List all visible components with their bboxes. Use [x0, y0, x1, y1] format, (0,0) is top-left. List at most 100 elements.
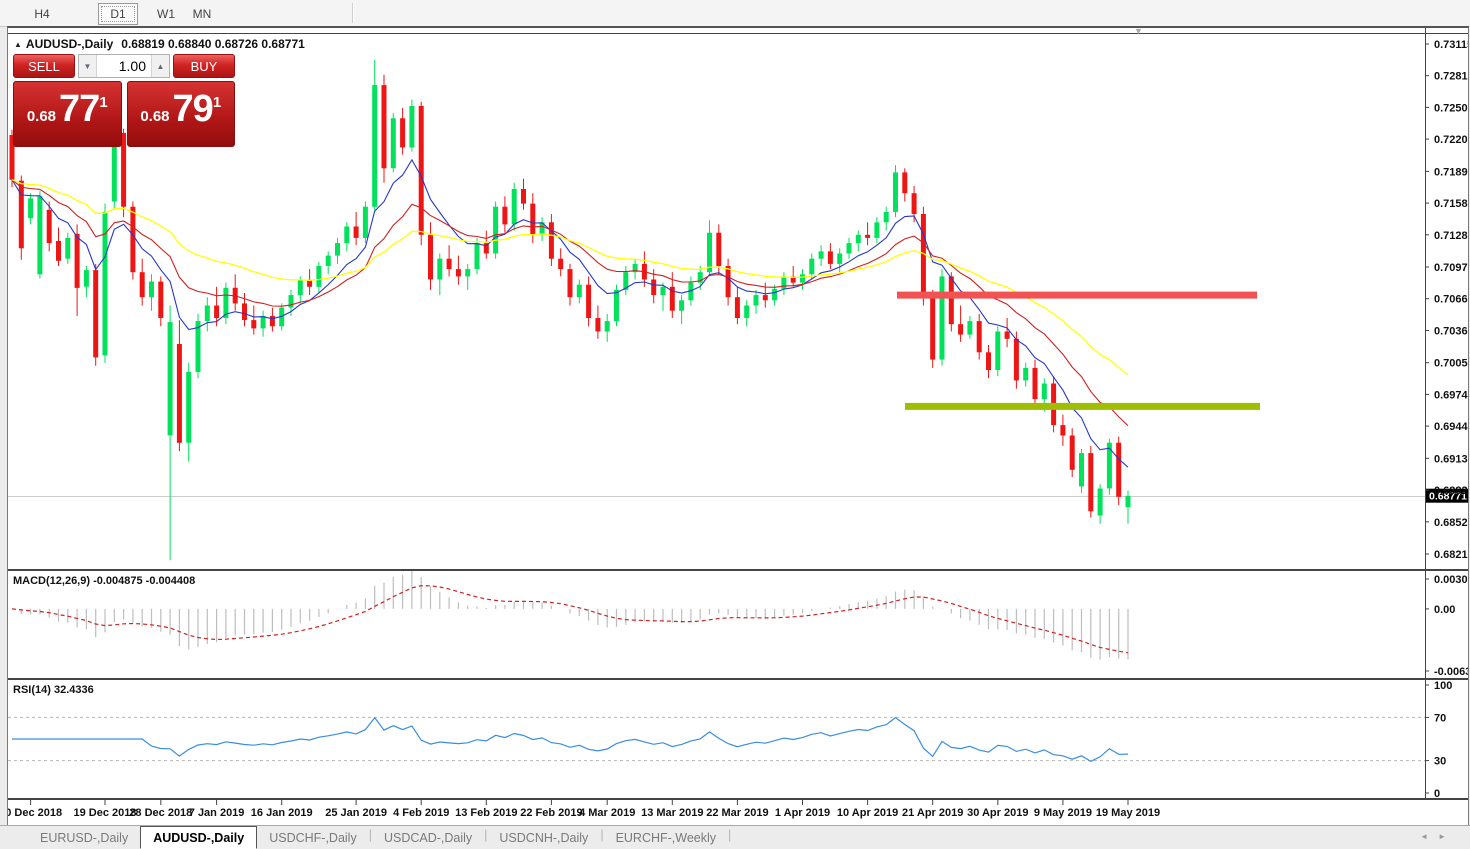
timeframe-h4-button[interactable]: H4 [24, 3, 60, 25]
price-axis-label: 0.72810 [1434, 71, 1468, 83]
date-axis-label: 7 Jan 2019 [189, 807, 245, 819]
candle-body [809, 259, 814, 275]
candle-body [47, 210, 52, 243]
sell-button[interactable]: SELL [13, 54, 75, 78]
candle-body [949, 276, 954, 324]
candle-body [65, 238, 70, 259]
price-axis-label: 0.70665 [1434, 294, 1468, 306]
candle-body [772, 289, 777, 300]
candle-body [270, 316, 275, 326]
price-axis-label: 0.69745 [1434, 389, 1468, 401]
macd-axis-label: 0.00 [1434, 604, 1455, 616]
price-axis-label: 0.70970 [1434, 262, 1468, 274]
price-axis-label: 0.68210 [1434, 549, 1468, 561]
candle-body [800, 274, 805, 282]
candle-body [242, 303, 247, 320]
tab-eurchf-weekly[interactable]: EURCHF-,Weekly [604, 826, 728, 848]
buy-button[interactable]: BUY [173, 54, 235, 78]
candle-body [130, 207, 135, 273]
candle-body [1116, 443, 1121, 497]
tab-scroll-right-icon: ► [1438, 832, 1456, 841]
price-chart-canvas[interactable]: 0.687710.731150.728100.725050.722000.718… [8, 28, 1468, 822]
macd-panel-splitter[interactable] [8, 569, 1468, 571]
lot-size-value[interactable]: 1.00 [97, 55, 151, 77]
candle-body [521, 189, 526, 204]
candle-body [1005, 332, 1010, 339]
date-axis-label: 30 Apr 2019 [967, 807, 1028, 819]
candle-body [707, 233, 712, 273]
resistance-level-line[interactable] [897, 292, 1257, 299]
candle-body [549, 222, 554, 258]
timeframe-mn-button[interactable]: MN [184, 3, 220, 25]
collapse-arrow-icon[interactable]: ▲ [14, 40, 22, 49]
candle-body [186, 372, 191, 443]
candle-body [168, 322, 173, 435]
candle-body [1088, 453, 1093, 511]
macd-axis-label: -0.006311 [1434, 666, 1468, 678]
candle-body [354, 227, 359, 238]
candle-body [958, 324, 963, 334]
tab-scroll-arrows[interactable]: ◄► [1420, 832, 1456, 841]
candle-body [856, 235, 861, 243]
candle-body [614, 290, 619, 321]
price-axis-label: 0.71585 [1434, 198, 1468, 210]
chart-shift-marker-icon[interactable]: ▼ [1134, 26, 1143, 36]
candle-body [326, 256, 331, 266]
candle-body [912, 193, 917, 214]
tab-audusd-daily[interactable]: AUDUSD-,Daily [140, 826, 257, 849]
candle-body [865, 235, 870, 238]
rsi-panel-splitter[interactable] [8, 678, 1468, 680]
rsi-line [12, 718, 1128, 762]
lot-increase-button[interactable]: ▲ [151, 55, 169, 77]
candle-body [1014, 339, 1019, 381]
tab-usdchf-daily[interactable]: USDCHF-,Daily [257, 826, 369, 848]
price-axis-border[interactable] [1425, 28, 1426, 800]
support-level-line[interactable] [905, 403, 1260, 410]
candle-body [837, 254, 842, 264]
candle-body [577, 285, 582, 298]
candle-body [763, 295, 768, 300]
date-axis-label: 21 Apr 2019 [902, 807, 963, 819]
candle-body [726, 266, 731, 297]
candle-body [447, 259, 452, 269]
candle-body [140, 272, 145, 297]
lot-size-stepper: ▼ 1.00 ▲ [78, 54, 170, 78]
candle-body [716, 233, 721, 266]
date-axis-label: 4 Feb 2019 [393, 807, 449, 819]
candle-body [177, 344, 182, 443]
candle-body [884, 212, 889, 222]
tab-usdcnh-daily[interactable]: USDCNH-,Daily [487, 826, 600, 848]
candle-body [261, 316, 266, 329]
candle-body [530, 204, 535, 235]
tab-usdcad-daily[interactable]: USDCAD-,Daily [372, 826, 484, 848]
candle-body [605, 321, 610, 331]
price-axis-label: 0.69130 [1434, 453, 1468, 465]
sell-price-tile[interactable]: 0.68771 [13, 81, 122, 147]
candle-body [874, 222, 879, 238]
sell-price-base: 0.68 [27, 108, 56, 125]
candle-body [437, 259, 442, 280]
tab-eurusd-daily[interactable]: EURUSD-,Daily [28, 826, 140, 848]
candle-body [456, 269, 461, 276]
candle-body [475, 243, 480, 269]
candle-body [196, 321, 201, 372]
buy-price-tile[interactable]: 0.68791 [127, 81, 236, 147]
candle-body [28, 198, 33, 218]
candle-body [37, 196, 42, 274]
lot-decrease-button[interactable]: ▼ [79, 55, 97, 77]
candle-body [977, 321, 982, 352]
date-axis-label: 1 Apr 2019 [775, 807, 830, 819]
timeframe-w1-button[interactable]: W1 [148, 3, 184, 25]
candle-body [754, 295, 759, 305]
date-axis-label: 13 Mar 2019 [641, 807, 703, 819]
candle-body [595, 318, 600, 332]
price-axis-label: 0.68520 [1434, 517, 1468, 529]
candle-body [586, 285, 591, 318]
date-axis-label: 19 May 2019 [1096, 807, 1160, 819]
date-axis-label: 22 Feb 2019 [520, 807, 582, 819]
timeframe-d1-button[interactable]: D1 [98, 3, 138, 25]
timeframe-toolbar: H4 D1 W1 MN [0, 0, 1470, 27]
buy-price-sup: 1 [213, 94, 221, 111]
candle-body [298, 280, 303, 296]
candle-body [735, 297, 740, 318]
